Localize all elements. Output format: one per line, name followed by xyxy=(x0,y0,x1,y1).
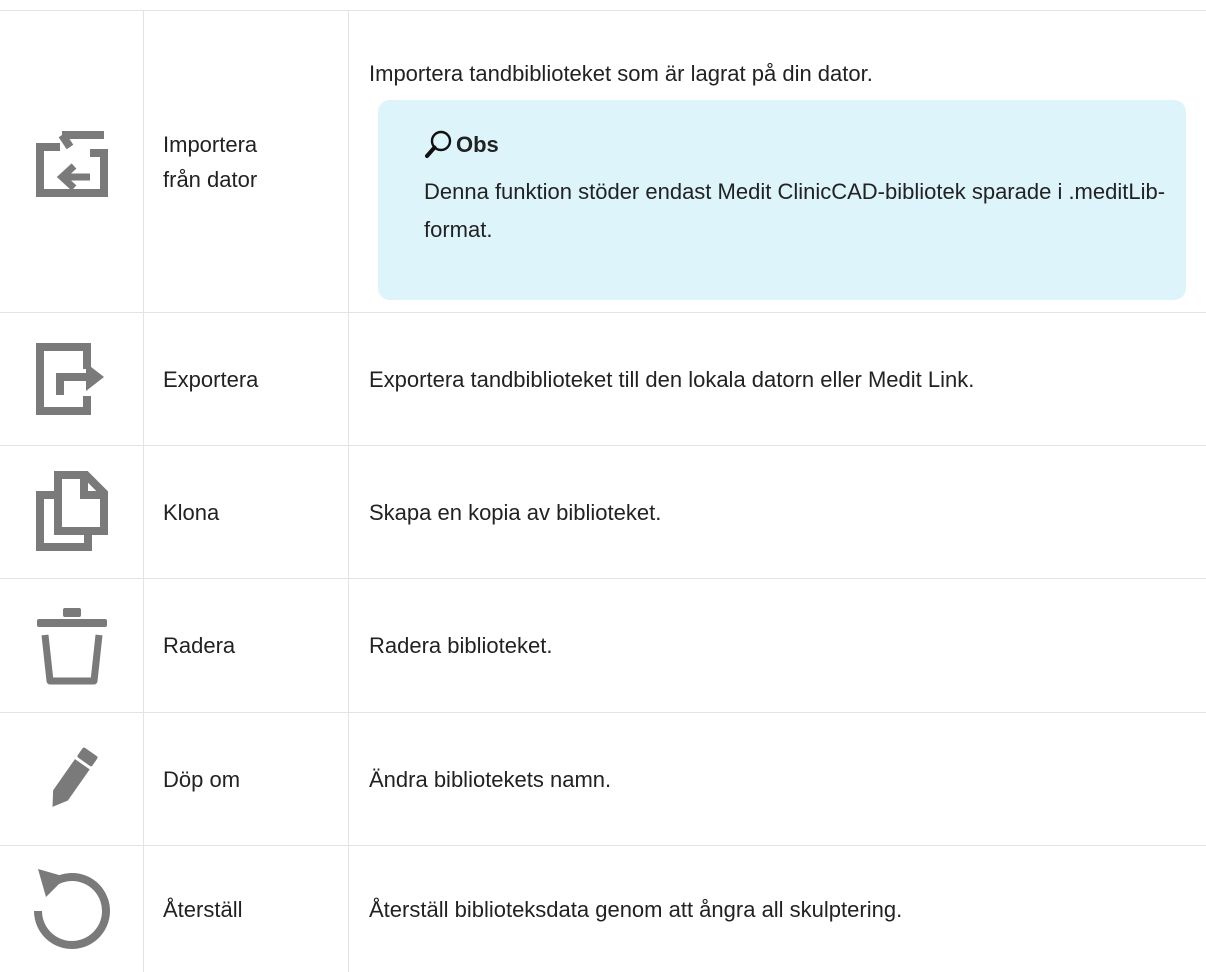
function-name: Döp om xyxy=(163,766,241,792)
table-row: Exportera Exportera tandbiblioteket till… xyxy=(0,313,1206,445)
function-name: Radera xyxy=(163,633,236,658)
function-name: Klona xyxy=(163,499,220,525)
function-description: Radera biblioteket. xyxy=(369,633,553,658)
table-row: Återställ Återställ biblioteksdata genom… xyxy=(0,846,1206,972)
function-description: Importera tandbiblioteket som är lagrat … xyxy=(369,61,873,86)
import-folder-icon xyxy=(32,124,112,200)
note-box: Obs Denna funktion stöder endast Medit C… xyxy=(378,100,1186,300)
icon-cell xyxy=(0,579,143,712)
function-table: Importera från dator Importera tandbibli… xyxy=(0,0,1206,972)
icon-cell xyxy=(0,313,143,445)
icon-cell xyxy=(0,713,143,845)
function-name: Importera från dator xyxy=(163,131,258,192)
function-description: Exportera tandbiblioteket till den lokal… xyxy=(369,366,975,392)
clone-icon xyxy=(32,471,112,553)
icon-cell xyxy=(0,846,143,972)
table-row: Radera Radera biblioteket. xyxy=(0,579,1206,712)
function-name: Återställ xyxy=(163,896,243,922)
table-row: Döp om Ändra bibliotekets namn. xyxy=(0,713,1206,845)
icon-cell xyxy=(0,446,143,578)
function-description: Återställ biblioteksdata genom att ångra… xyxy=(369,896,903,922)
note-title: Obs xyxy=(424,130,1166,160)
magnifier-icon xyxy=(424,130,456,160)
icon-cell xyxy=(0,11,143,312)
function-description: Skapa en kopia av biblioteket. xyxy=(369,499,662,525)
function-name: Exportera xyxy=(163,366,259,392)
trash-icon xyxy=(32,605,112,687)
pencil-icon xyxy=(32,734,112,824)
reset-icon xyxy=(26,865,118,957)
note-text: Denna funktion stöder endast Medit Clini… xyxy=(424,179,1166,242)
table-row: Importera från dator Importera tandbibli… xyxy=(0,11,1206,312)
export-icon xyxy=(32,339,112,419)
function-description: Ändra bibliotekets namn. xyxy=(369,766,612,792)
table-row: Klona Skapa en kopia av biblioteket. xyxy=(0,446,1206,578)
